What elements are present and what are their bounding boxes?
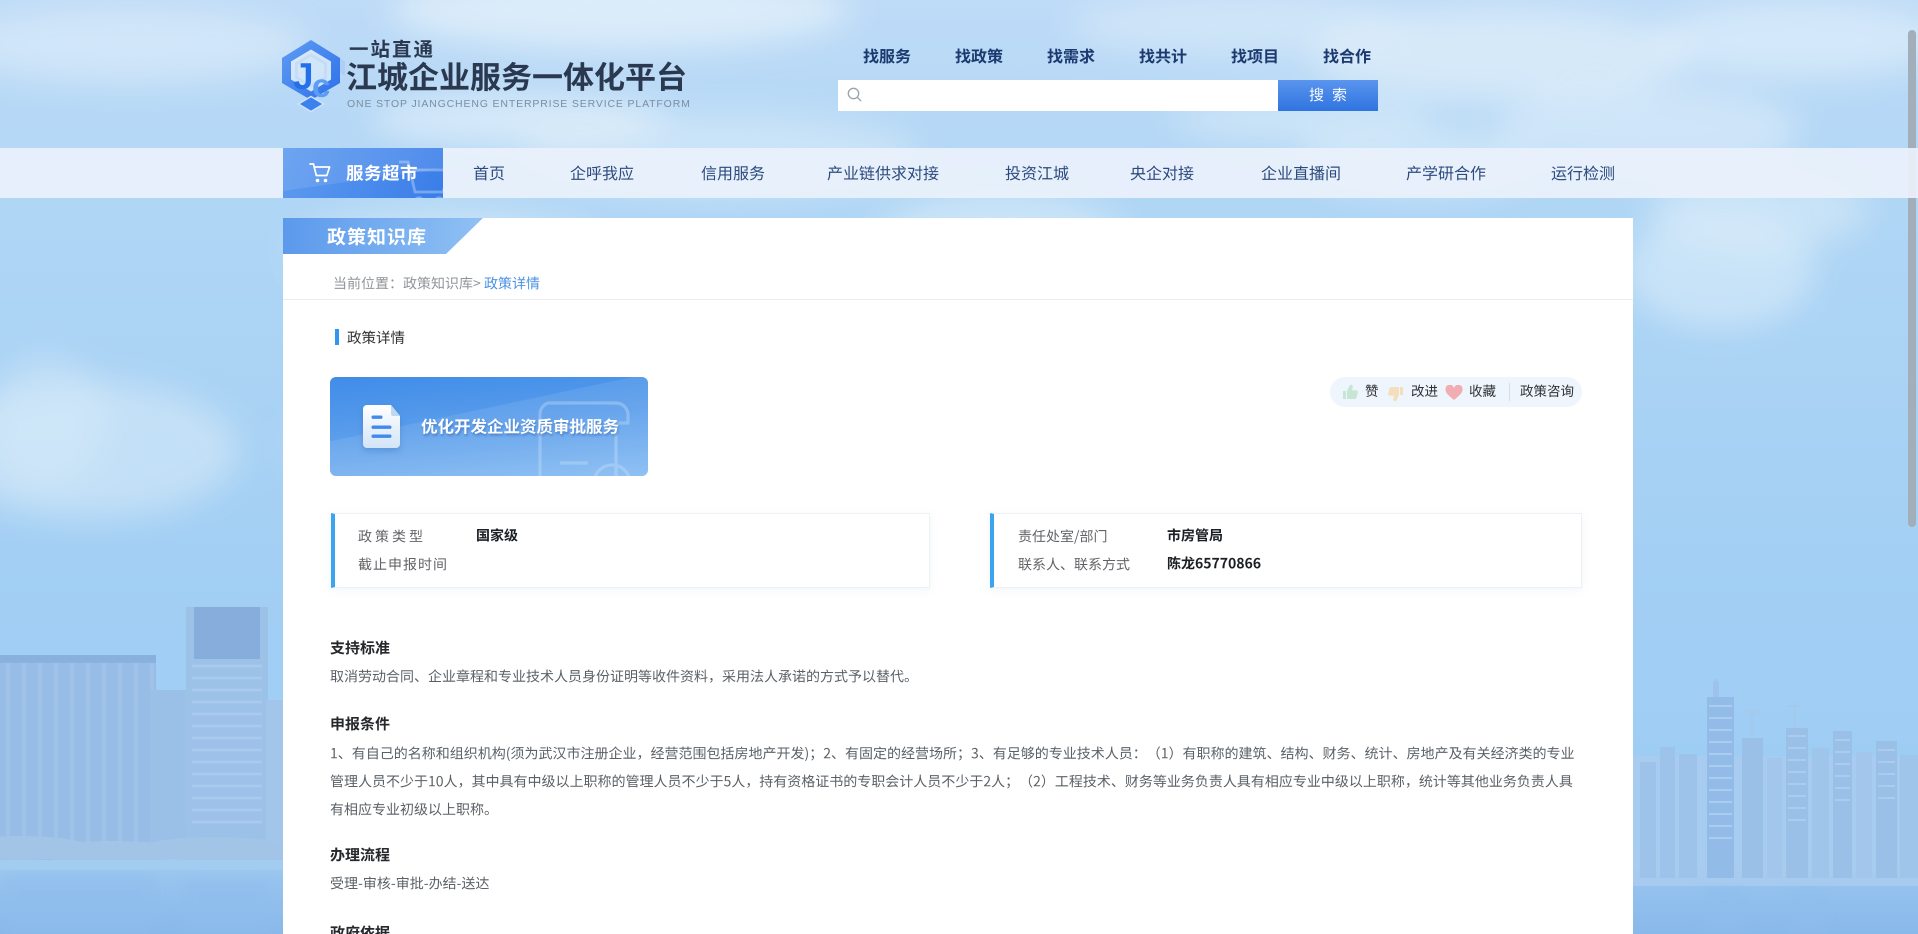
svg-text:J: J — [293, 56, 314, 97]
svg-text:c: c — [312, 67, 330, 104]
